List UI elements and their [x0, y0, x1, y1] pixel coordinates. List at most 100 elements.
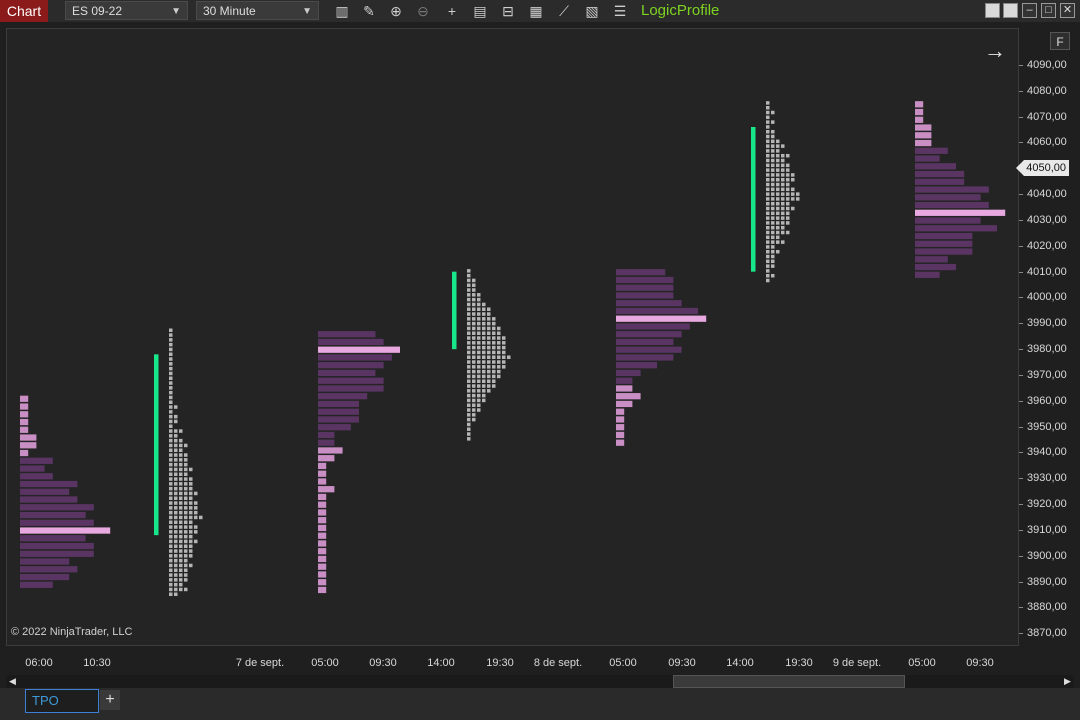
tpo-square [766, 264, 770, 268]
scroll-right-icon[interactable]: ▶ [1061, 675, 1074, 688]
tpo-square [174, 482, 178, 486]
tpo-square [786, 173, 790, 177]
tpo-square [487, 321, 491, 326]
tpo-square [472, 398, 476, 403]
tpo-square [781, 182, 785, 187]
volume-bar [318, 462, 327, 470]
tpo-square [189, 515, 193, 520]
tpo-square [766, 139, 770, 144]
tpo-square [174, 525, 178, 529]
tpo-square [477, 312, 481, 316]
scroll-left-icon[interactable]: ◀ [6, 675, 19, 688]
f-button[interactable]: F [1050, 32, 1070, 50]
tpo-square [184, 520, 188, 524]
tpo-square [477, 326, 481, 331]
tpo-square [472, 379, 476, 383]
tpo-square [482, 369, 486, 374]
tpo-square [786, 230, 790, 235]
time-label: 19:30 [486, 657, 514, 669]
tpo-square [771, 182, 775, 187]
tpo-square [492, 379, 496, 383]
tpo-square [781, 153, 785, 158]
tpo-square [766, 120, 770, 124]
tpo-square [766, 125, 770, 129]
tpo-square [169, 366, 173, 371]
volume-bar [915, 163, 956, 170]
tpo-square [766, 245, 770, 249]
tpo-square [174, 539, 178, 544]
tpo-square [502, 336, 506, 340]
tpo-square [472, 321, 476, 326]
tpo-square [169, 477, 173, 481]
tpo-square [467, 437, 471, 441]
tpo-square [169, 414, 173, 419]
arrow-right-icon[interactable]: → [984, 38, 1006, 64]
horizontal-scrollbar[interactable] [6, 675, 1074, 688]
tpo-square [179, 501, 183, 505]
tab-tpo[interactable]: TPO [25, 689, 99, 713]
tpo-square [467, 283, 471, 287]
tpo-square [771, 134, 775, 139]
tpo-square [766, 177, 770, 182]
tpo-square [184, 539, 188, 544]
tpo-square [194, 501, 198, 505]
volume-bar [616, 424, 625, 431]
tpo-square [169, 568, 173, 572]
tpo-square [472, 317, 476, 321]
volume-bar [20, 527, 111, 534]
tpo-square [497, 350, 501, 355]
tpo-square [467, 312, 471, 316]
tpo-square [786, 216, 790, 220]
tpo-square [179, 472, 183, 476]
volume-bar [20, 542, 94, 550]
tpo-square [174, 520, 178, 524]
tpo-square [179, 429, 183, 433]
tpo-square [467, 374, 471, 379]
tpo-square [477, 331, 481, 335]
tpo-square [492, 341, 496, 345]
tpo-square [766, 173, 770, 177]
tpo-square [174, 554, 178, 558]
tpo-square [766, 163, 770, 168]
tpo-square [194, 525, 198, 529]
volume-bar [318, 447, 343, 454]
tpo-square [771, 163, 775, 168]
tpo-square [771, 206, 775, 211]
tpo-square [771, 254, 775, 259]
tpo-square [472, 403, 476, 407]
volume-bar [20, 573, 70, 581]
scroll-thumb[interactable] [673, 675, 905, 688]
tpo-square [169, 558, 173, 563]
tpo-square [169, 520, 173, 524]
volume-bar [318, 579, 327, 586]
volume-bar [318, 331, 376, 338]
tpo-square [174, 558, 178, 563]
tpo-square [497, 374, 501, 379]
tpo-square [771, 120, 775, 124]
volume-bar [20, 558, 70, 565]
tpo-square [487, 374, 491, 379]
tpo-square [169, 534, 173, 539]
tpo-square [507, 355, 511, 359]
tpo-square [477, 321, 481, 326]
tpo-square [477, 360, 481, 364]
tpo-square [189, 477, 193, 481]
tpo-square [487, 369, 491, 374]
volume-bar [20, 504, 94, 511]
tpo-square [477, 307, 481, 311]
volume-bar [616, 369, 641, 377]
time-label: 19:30 [785, 657, 813, 669]
tpo-square [179, 462, 183, 467]
tpo-square [467, 336, 471, 340]
volume-bar [915, 170, 965, 178]
tpo-square [189, 506, 193, 510]
tpo-square [184, 462, 188, 467]
add-tab-button[interactable]: + [100, 690, 120, 710]
time-axis[interactable]: 06:00 10:30 7 de sept. 05:00 09:30 14:00 19:30… [6, 648, 1019, 674]
tpo-square [179, 573, 183, 577]
tpo-square [467, 293, 471, 297]
tpo-square [472, 355, 476, 359]
tpo-square [766, 230, 770, 235]
tpo-square [174, 462, 178, 467]
tpo-square [184, 525, 188, 529]
